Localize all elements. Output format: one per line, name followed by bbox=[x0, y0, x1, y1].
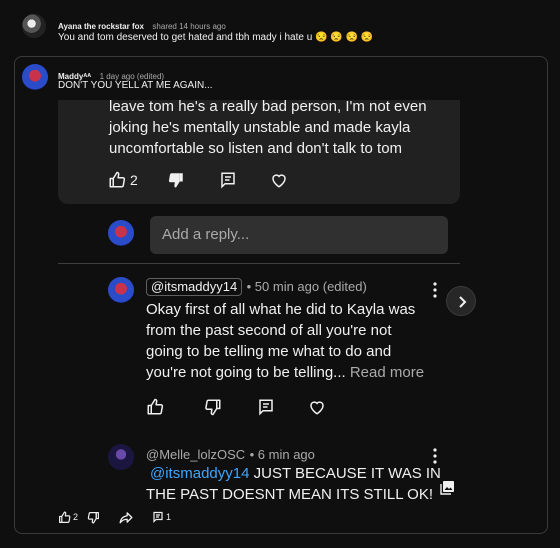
avatar[interactable] bbox=[22, 14, 46, 38]
avatar[interactable] bbox=[108, 277, 134, 303]
reply-header: @Melle_lolzOSC • 6 min ago bbox=[146, 446, 315, 464]
avatar[interactable] bbox=[22, 64, 48, 90]
reply-header: @itsmaddyy14 • 50 min ago (edited) bbox=[146, 278, 367, 296]
thumbs-up-icon[interactable] bbox=[58, 511, 71, 524]
chevron-right-icon bbox=[456, 295, 468, 309]
embedded-text-line: leave tom he's a really bad person, I'm … bbox=[109, 100, 427, 115]
timestamp: shared 14 hours ago bbox=[152, 22, 226, 31]
reply-text-line: @itsmaddyy14 JUST BECAUSE IT WAS IN bbox=[146, 463, 441, 484]
share-icon[interactable] bbox=[119, 511, 133, 524]
next-button[interactable] bbox=[446, 286, 476, 316]
reply-icon[interactable] bbox=[219, 171, 237, 189]
like-count: 2 bbox=[73, 512, 79, 522]
read-more-link[interactable]: Read more bbox=[350, 364, 424, 381]
avatar[interactable] bbox=[108, 444, 134, 470]
mention-link[interactable]: @itsmaddyy14 bbox=[150, 465, 249, 482]
more-vert-icon[interactable] bbox=[428, 281, 442, 299]
heart-icon[interactable] bbox=[308, 398, 326, 416]
thumbs-down-icon[interactable] bbox=[204, 398, 222, 416]
reply-icon[interactable] bbox=[257, 398, 275, 416]
timestamp: • 50 min ago (edited) bbox=[246, 279, 367, 294]
avatar bbox=[108, 220, 134, 246]
like-count: 2 bbox=[130, 172, 138, 188]
embedded-text-line: joking he's mentally unstable and made k… bbox=[109, 119, 411, 136]
reply-text-line: Okay first of all what he did to Kayla w… bbox=[146, 301, 416, 318]
reply-text-line: you're not going to be telling... Read m… bbox=[146, 362, 424, 383]
embedded-text-line: uncomfortable so listen and don't talk t… bbox=[109, 140, 403, 157]
thumbs-up-icon[interactable] bbox=[146, 398, 164, 416]
reply-text-fragment: you're not going to be telling... bbox=[146, 364, 346, 381]
reply-text-line: from the past second of all you're not bbox=[146, 322, 392, 339]
embedded-comment-panel: leave tom he's a really bad person, I'm … bbox=[58, 100, 460, 204]
author-name[interactable]: Ayana the rockstar fox bbox=[58, 22, 144, 31]
reply-text-fragment: JUST BECAUSE IT WAS IN bbox=[253, 465, 441, 482]
thumbs-down-icon[interactable] bbox=[87, 511, 100, 524]
thumbs-down-icon[interactable] bbox=[167, 171, 185, 189]
comment-text: You and tom deserved to get hated and tb… bbox=[58, 32, 374, 43]
image-icon[interactable] bbox=[440, 481, 454, 495]
reply-input[interactable]: Add a reply... bbox=[150, 216, 448, 254]
author-handle[interactable]: @itsmaddyy14 bbox=[146, 278, 243, 296]
thumbs-up-icon[interactable] bbox=[108, 171, 126, 189]
reply-text-line: THE PAST DOESNT MEAN ITS STILL OK! bbox=[146, 486, 434, 503]
reply-icon[interactable] bbox=[152, 511, 164, 523]
heart-icon[interactable] bbox=[270, 171, 288, 189]
author-handle[interactable]: @Melle_lolzOSC bbox=[146, 447, 245, 462]
timestamp: • 6 min ago bbox=[249, 447, 315, 462]
reply-text-line: going to be telling me what to do and bbox=[146, 343, 392, 360]
reply-count: 1 bbox=[166, 512, 172, 522]
divider bbox=[58, 263, 460, 264]
card-text: DON'T YOU YELL AT ME AGAIN... bbox=[58, 80, 213, 91]
